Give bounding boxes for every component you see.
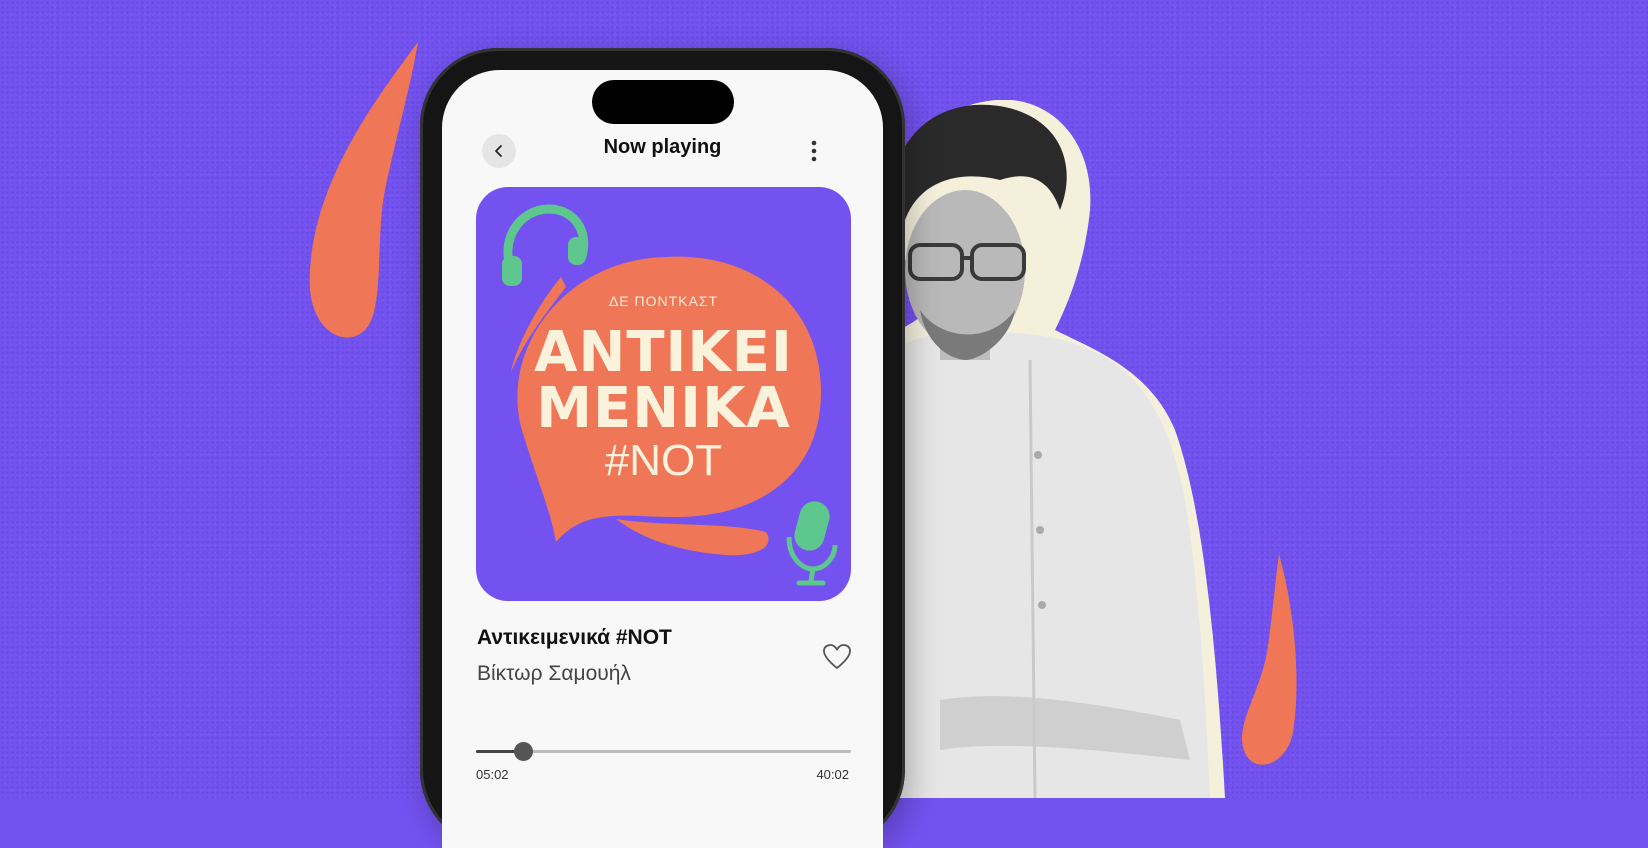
podcast-cover-art: ΔΕ ΠΟΝΤΚΑΣΤ ANTIKEI MENIKA #NOT <box>476 187 851 601</box>
now-playing-screen: Now playing ΔΕ ΠΟΝΤΚΑΣΤ ANTIKEI MENIKA #… <box>442 70 883 848</box>
cover-hashtag: #NOT <box>604 436 723 485</box>
more-options-button[interactable] <box>802 134 826 168</box>
more-vertical-icon <box>811 140 817 162</box>
host-photo <box>880 100 1225 798</box>
elapsed-time: 05:02 <box>476 767 509 782</box>
track-artist: Βίκτωρ Σαμουήλ <box>477 662 631 685</box>
headphones-icon <box>502 204 589 286</box>
total-time: 40:02 <box>816 767 849 782</box>
phone-mockup: Now playing ΔΕ ΠΟΝΤΚΑΣΤ ANTIKEI MENIKA #… <box>420 48 905 848</box>
cover-kicker-text: ΔΕ ΠΟΝΤΚΑΣΤ <box>608 293 719 309</box>
microphone-icon <box>786 501 838 586</box>
cover-title-line2: MENIKA <box>536 376 791 441</box>
orange-flame-left <box>309 42 418 338</box>
dynamic-island <box>592 80 734 124</box>
cover-title-line1: ANTIKEI <box>534 320 793 385</box>
track-title: Αντικειμενικά #NOT <box>477 626 672 649</box>
progress-thumb[interactable] <box>513 742 533 761</box>
progress-bar[interactable] <box>476 742 851 761</box>
heart-icon[interactable] <box>822 642 852 672</box>
